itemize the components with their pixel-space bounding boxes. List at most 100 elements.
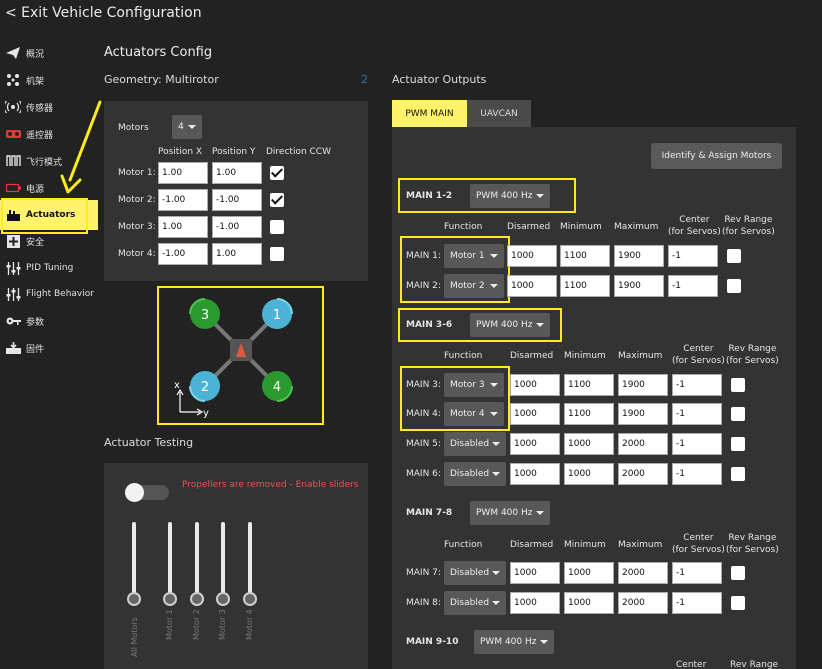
main5-function-select[interactable]: Disabled — [444, 432, 506, 456]
main5-rev-range-checkbox[interactable] — [731, 437, 745, 451]
col-function: Function — [444, 540, 483, 550]
main4-function-select[interactable]: Motor 4 — [444, 402, 504, 426]
slider-motor-3[interactable] — [221, 522, 225, 600]
main7-center-input[interactable]: -1 — [672, 562, 722, 584]
slider-motor-4[interactable] — [248, 522, 252, 600]
sidebar-item-flight-modes[interactable]: 飞行模式 — [5, 151, 62, 171]
main7-disarmed-input[interactable]: 1000 — [510, 562, 560, 584]
main8-center-input[interactable]: -1 — [672, 592, 722, 614]
main3-maximum-input[interactable]: 1900 — [618, 374, 668, 396]
slider-motor-3-thumb[interactable] — [216, 592, 230, 606]
slider-motor-2-thumb[interactable] — [190, 592, 204, 606]
main3-minimum-input[interactable]: 1100 — [564, 374, 614, 396]
main7-rev-range-checkbox[interactable] — [731, 566, 745, 580]
main-3-6-rate-select[interactable]: PWM 400 Hz — [470, 313, 550, 337]
sidebar-item-sensors[interactable]: 传感器 — [5, 97, 53, 117]
chevron-down-icon — [492, 601, 500, 605]
main3-rev-range-checkbox[interactable] — [731, 378, 745, 392]
main8-minimum-input[interactable]: 1000 — [564, 592, 614, 614]
slider-motor-4-thumb[interactable] — [243, 592, 257, 606]
exit-vehicle-config-link[interactable]: < Exit Vehicle Configuration — [5, 5, 202, 21]
main1-rev-range-checkbox[interactable] — [727, 249, 741, 263]
motor3-position-y[interactable]: -1.00 — [212, 216, 262, 238]
enable-sliders-toggle[interactable] — [125, 483, 169, 502]
motor2-position-x[interactable]: -1.00 — [158, 189, 208, 211]
main3-disarmed-input[interactable]: 1000 — [510, 374, 560, 396]
main1-maximum-input[interactable]: 1900 — [614, 245, 664, 267]
motor2-position-y[interactable]: -1.00 — [212, 189, 262, 211]
main6-center-input[interactable]: -1 — [672, 463, 722, 485]
slider-motor-3-label: Motor 3 — [218, 609, 227, 640]
main2-disarmed-input[interactable]: 1000 — [507, 275, 557, 297]
slider-motor-1[interactable] — [168, 522, 172, 600]
main8-function-select[interactable]: Disabled — [444, 591, 506, 615]
main4-maximum-input[interactable]: 1900 — [618, 403, 668, 425]
motor1-position-y[interactable]: 1.00 — [212, 162, 262, 184]
motor1-ccw-checkbox[interactable] — [270, 166, 284, 180]
main-1-2-rate-select[interactable]: PWM 400 Hz — [470, 184, 550, 208]
sidebar-item-radio[interactable]: 遥控器 — [5, 124, 53, 144]
sidebar-item-airframe[interactable]: 机架 — [5, 70, 44, 90]
sidebar-item-firmware[interactable]: 固件 — [5, 338, 44, 358]
main6-disarmed-input[interactable]: 1000 — [510, 463, 560, 485]
collapse-marker[interactable]: 2 — [361, 73, 368, 86]
sidebar-item-summary[interactable]: 概況 — [5, 43, 44, 63]
main4-disarmed-input[interactable]: 1000 — [510, 403, 560, 425]
main4-center-input[interactable]: -1 — [672, 403, 722, 425]
slider-motor-1-thumb[interactable] — [163, 592, 177, 606]
main3-function-select[interactable]: Motor 3 — [444, 373, 504, 397]
main8-rev-range-checkbox[interactable] — [731, 596, 745, 610]
slider-all-motors[interactable] — [132, 522, 136, 600]
main4-rev-range-checkbox[interactable] — [731, 407, 745, 421]
main2-function-select[interactable]: Motor 2 — [444, 274, 504, 298]
battery-icon — [5, 181, 21, 195]
main8-disarmed-input[interactable]: 1000 — [510, 592, 560, 614]
main6-minimum-input[interactable]: 1000 — [564, 463, 614, 485]
main2-center-input[interactable]: -1 — [668, 275, 718, 297]
sidebar-item-safety[interactable]: 安全 — [5, 231, 44, 251]
main1-minimum-input[interactable]: 1100 — [560, 245, 610, 267]
motors-count-select[interactable]: 4 — [172, 115, 202, 139]
tab-pwm-main[interactable]: PWM MAIN — [392, 100, 467, 127]
main8-maximum-input[interactable]: 2000 — [618, 592, 668, 614]
main5-center-input[interactable]: -1 — [672, 433, 722, 455]
main6-function-select[interactable]: Disabled — [444, 462, 506, 486]
motor1-position-x[interactable]: 1.00 — [158, 162, 208, 184]
identify-assign-motors-button[interactable]: Identify & Assign Motors — [651, 143, 782, 169]
main3-center-input[interactable]: -1 — [672, 374, 722, 396]
main4-minimum-input[interactable]: 1100 — [564, 403, 614, 425]
motor3-position-x[interactable]: 1.00 — [158, 216, 208, 238]
motor4-position-y[interactable]: 1.00 — [212, 243, 262, 265]
motor4-position-x[interactable]: -1.00 — [158, 243, 208, 265]
main2-minimum-input[interactable]: 1100 — [560, 275, 610, 297]
motor4-ccw-checkbox[interactable] — [270, 247, 284, 261]
col-center-line1: Center — [683, 344, 714, 354]
main5-minimum-input[interactable]: 1000 — [564, 433, 614, 455]
main7-function-select[interactable]: Disabled — [444, 561, 506, 585]
main2-maximum-input[interactable]: 1900 — [614, 275, 664, 297]
radio-icon — [5, 127, 21, 141]
slider-motor-2[interactable] — [195, 522, 199, 600]
sidebar-item-pid-tuning[interactable]: PID Tuning — [5, 258, 73, 278]
sidebar-item-parameters[interactable]: 参数 — [5, 311, 44, 331]
main5-disarmed-input[interactable]: 1000 — [510, 433, 560, 455]
main2-rev-range-checkbox[interactable] — [727, 279, 741, 293]
main-7-8-rate-select[interactable]: PWM 400 Hz — [470, 501, 550, 525]
main7-minimum-input[interactable]: 1000 — [564, 562, 614, 584]
output-row-label: MAIN 2: — [406, 281, 441, 291]
main5-maximum-input[interactable]: 2000 — [618, 433, 668, 455]
main6-maximum-input[interactable]: 2000 — [618, 463, 668, 485]
main7-maximum-input[interactable]: 2000 — [618, 562, 668, 584]
motor-number: 1 — [273, 308, 281, 323]
sidebar-item-power[interactable]: 电源 — [5, 178, 44, 198]
main-9-10-rate-select[interactable]: PWM 400 Hz — [474, 630, 554, 654]
main1-disarmed-input[interactable]: 1000 — [507, 245, 557, 267]
main1-center-input[interactable]: -1 — [668, 245, 718, 267]
motor2-ccw-checkbox[interactable] — [270, 193, 284, 207]
tab-uavcan[interactable]: UAVCAN — [467, 100, 531, 127]
main6-rev-range-checkbox[interactable] — [731, 467, 745, 481]
sidebar-item-flight-behavior[interactable]: Flight Behavior — [5, 284, 94, 304]
motor3-ccw-checkbox[interactable] — [270, 220, 284, 234]
slider-all-motors-thumb[interactable] — [127, 592, 141, 606]
main1-function-select[interactable]: Motor 1 — [444, 244, 504, 268]
